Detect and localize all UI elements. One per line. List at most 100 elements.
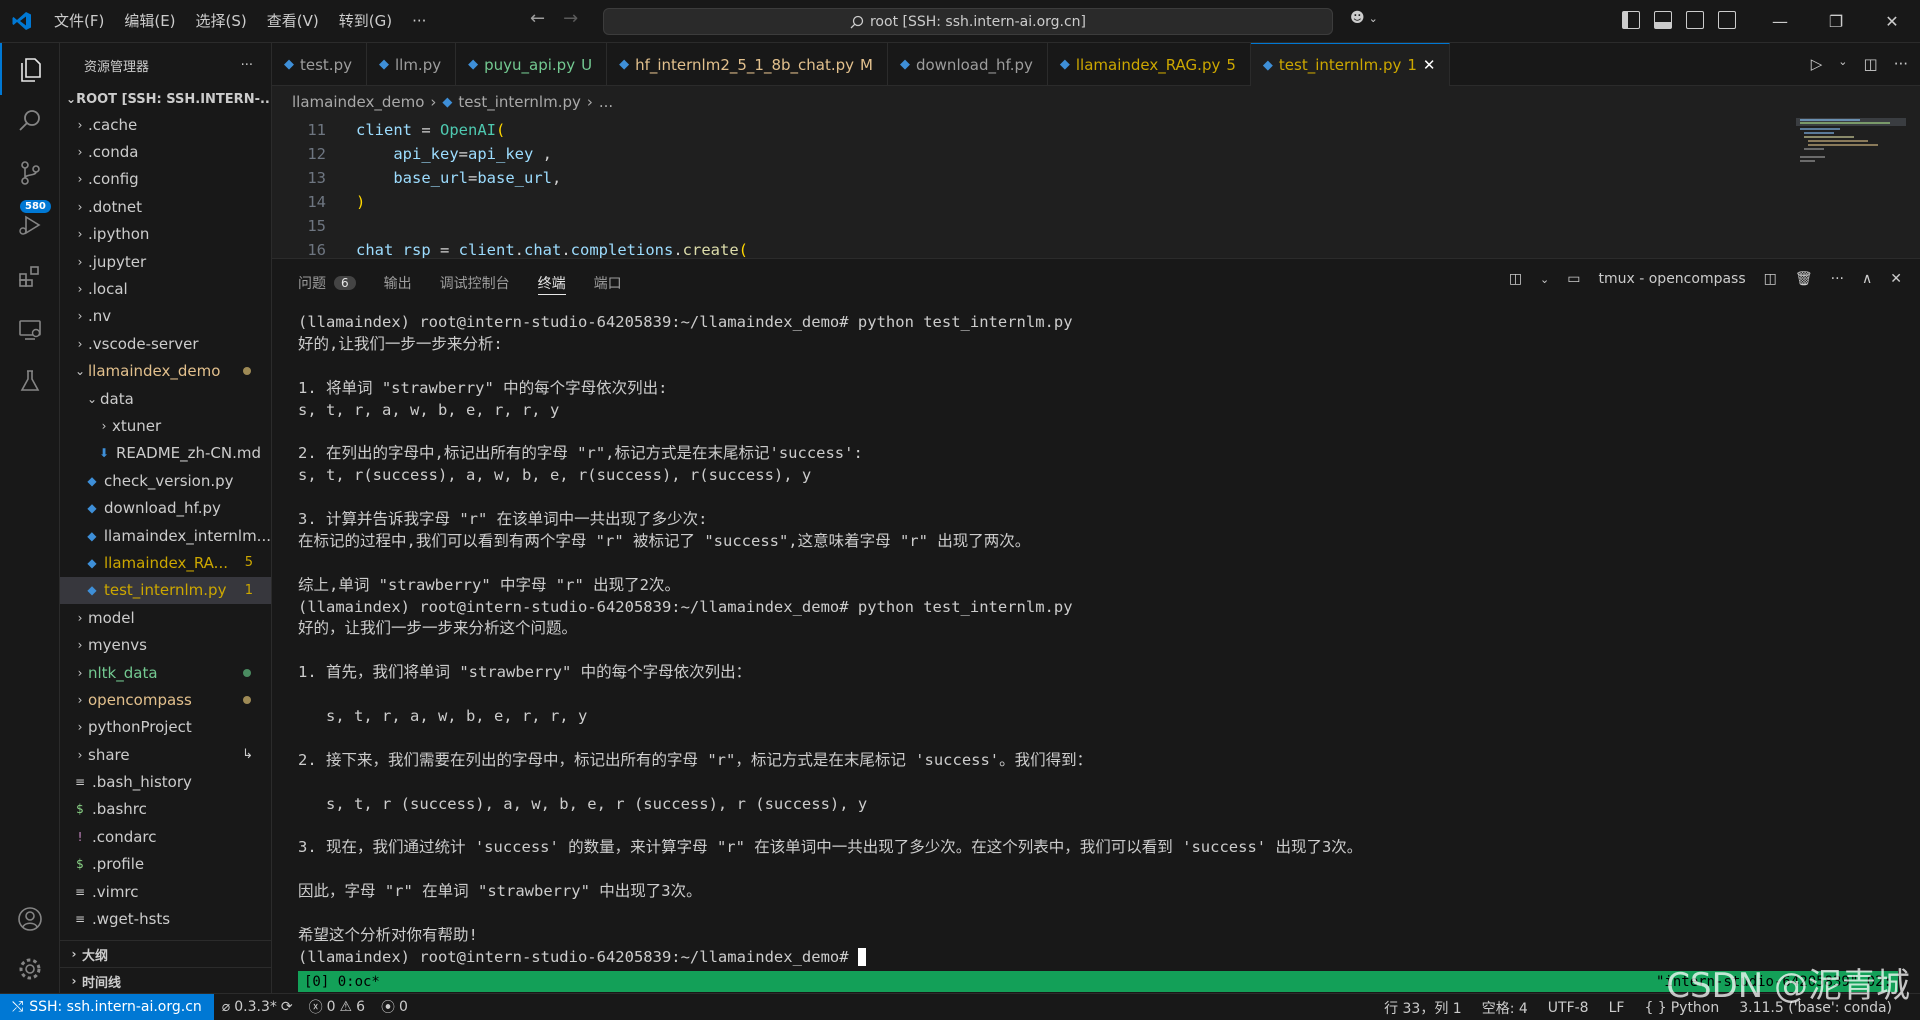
file-item[interactable]: $ .bashrc (60, 796, 271, 823)
folder-item[interactable]: ⌄ data (60, 385, 271, 412)
editor-tab[interactable]: ◆ test_internlm.py 1 ✕ (1250, 43, 1451, 86)
terminal-output[interactable]: (llamaindex) root@intern-studio-64205839… (298, 312, 1898, 969)
more-actions-icon[interactable]: ··· (1894, 55, 1908, 73)
menu-item[interactable]: 编辑(E) (114, 0, 185, 43)
editor-tab[interactable]: ◆ hf_internlm2_5_1_8b_chat.py M (607, 43, 888, 86)
menu-item[interactable]: ··· (402, 0, 436, 43)
editor-tab[interactable]: ◆ puyu_api.py U (456, 43, 608, 86)
folder-item[interactable]: › .dotnet (60, 193, 271, 220)
editor-tab[interactable]: ◆ llamaindex_RAG.py 5 (1048, 43, 1251, 86)
folder-item[interactable]: › model (60, 604, 271, 631)
more-actions-icon[interactable]: ··· (241, 58, 253, 73)
problems-indicator[interactable]: ⓧ 0 ⚠ 6 (301, 997, 373, 1017)
chevron-down-icon[interactable]: ⌄ (1838, 55, 1847, 73)
editor-tab[interactable]: ◆ llm.py (367, 43, 457, 86)
outline-section[interactable]: › 大纲 (60, 940, 271, 967)
folder-item[interactable]: › .nv (60, 303, 271, 330)
panel-tab[interactable]: 输出 (384, 271, 412, 295)
file-item[interactable]: ! .condarc (60, 823, 271, 850)
file-item[interactable]: ≡ .bash_history (60, 768, 271, 795)
split-icon[interactable]: ◫ (1764, 271, 1777, 287)
folder-item[interactable]: › .jupyter (60, 248, 271, 275)
file-item[interactable]: ≡ .vimrc (60, 878, 271, 905)
close-panel-icon[interactable]: ✕ (1890, 271, 1902, 287)
folder-item[interactable]: › opencompass (60, 686, 271, 713)
minimize-icon[interactable]: — (1752, 0, 1808, 43)
remote-indicator[interactable]: ⤭ SSH: ssh.intern-ai.org.cn (0, 993, 214, 1020)
back-arrow-icon[interactable]: ← (530, 8, 545, 29)
menu-item[interactable]: 文件(F) (44, 0, 114, 43)
folder-item[interactable]: › .conda (60, 138, 271, 165)
panel-tab[interactable]: 终端 (537, 271, 566, 295)
breadcrumb-file[interactable]: test_internlm.py (458, 93, 580, 111)
chevron-down-icon[interactable]: ⌄ (1540, 273, 1549, 286)
more-actions-icon[interactable]: ··· (1831, 271, 1844, 287)
file-item[interactable]: ◆ download_hf.py (60, 494, 271, 521)
file-item[interactable]: ◆ llamaindex_RA... 5 (60, 549, 271, 576)
toggle-panel-icon[interactable] (1654, 11, 1672, 29)
source-control-icon[interactable] (0, 147, 60, 199)
ports-indicator[interactable]: ⦿ 0 (373, 997, 416, 1017)
folder-item[interactable]: › pythonProject (60, 714, 271, 741)
editor-tab[interactable]: ◆ test.py (272, 43, 367, 86)
end-of-line[interactable]: LF (1601, 1000, 1633, 1016)
split-editor-icon[interactable]: ◫ (1864, 55, 1878, 73)
extensions-icon[interactable] (0, 251, 60, 303)
cursor-position[interactable]: 行 33，列 1 (1376, 998, 1470, 1018)
maximize-panel-icon[interactable]: ∧ (1862, 271, 1872, 287)
explorer-icon[interactable] (0, 43, 60, 95)
panel-tab[interactable]: 调试控制台 (440, 271, 510, 295)
indentation[interactable]: 空格: 4 (1474, 998, 1536, 1018)
workspace-root[interactable]: ⌄ ROOT [SSH: SSH.INTERN-... (60, 87, 271, 111)
panel-tab[interactable]: 端口 (594, 271, 622, 295)
menu-item[interactable]: 查看(V) (257, 0, 329, 43)
testing-icon[interactable] (0, 355, 60, 407)
trash-icon[interactable]: 🗑 (1795, 271, 1813, 287)
folder-item[interactable]: › .config (60, 166, 271, 193)
manage-gear-icon[interactable] (0, 943, 60, 995)
file-item[interactable]: ◆ check_version.py (60, 467, 271, 494)
terminal-name[interactable]: tmux - opencompass (1599, 271, 1746, 287)
file-item[interactable]: ⬇ README_zh-CN.md (60, 440, 271, 467)
copilot-button[interactable]: ☻ ⌄ (1350, 10, 1378, 26)
folder-item[interactable]: ⌄ llamaindex_demo (60, 358, 271, 385)
file-item[interactable]: $ .profile (60, 851, 271, 878)
run-debug-icon[interactable] (0, 199, 60, 251)
terminal-prompt[interactable]: (llamaindex) root@intern-studio-64205839… (298, 947, 1898, 969)
customize-layout-icon[interactable] (1718, 11, 1736, 29)
breadcrumb-folder[interactable]: llamaindex_demo (292, 93, 424, 111)
file-item[interactable]: ≡ .wget-hsts (60, 905, 271, 932)
command-center[interactable]: root [SSH: ssh.intern-ai.org.cn] (603, 8, 1333, 35)
encoding[interactable]: UTF-8 (1540, 1000, 1597, 1016)
folder-item[interactable]: › myenvs (60, 631, 271, 658)
timeline-section[interactable]: › 时间线 (60, 967, 271, 993)
restore-icon[interactable]: ❐ (1808, 0, 1864, 43)
accounts-icon[interactable] (0, 893, 60, 945)
close-window-icon[interactable]: ✕ (1864, 0, 1920, 43)
code-editor[interactable]: 11 client = OpenAI(12 api_key=api_key , 13… (272, 118, 1920, 258)
file-item[interactable]: ◆ llamaindex_internlm... (60, 522, 271, 549)
editor-tab[interactable]: ◆ download_hf.py (888, 43, 1048, 86)
file-item[interactable]: ◆ test_internlm.py 1 (60, 576, 271, 605)
folder-item[interactable]: › .local (60, 275, 271, 302)
folder-item[interactable]: › xtuner (60, 412, 271, 439)
folder-item[interactable]: › share ↳ (60, 741, 271, 768)
menu-item[interactable]: 转到(G) (329, 0, 402, 43)
folder-item[interactable]: › .vscode-server (60, 330, 271, 357)
remote-explorer-icon[interactable] (0, 303, 60, 355)
toggle-secondary-sidebar-icon[interactable] (1686, 11, 1704, 29)
version-indicator[interactable]: ⌀ 0.3.3* ⟳ (214, 999, 301, 1015)
forward-arrow-icon[interactable]: → (563, 8, 578, 29)
run-icon[interactable]: ▷ (1811, 55, 1823, 73)
folder-item[interactable]: › nltk_data (60, 659, 271, 686)
split-terminal-icon[interactable]: ◫ (1509, 271, 1522, 287)
toggle-primary-sidebar-icon[interactable] (1622, 11, 1640, 29)
panel-tab[interactable]: 问题 6 (298, 271, 356, 295)
close-tab-icon[interactable]: ✕ (1423, 56, 1436, 74)
folder-item[interactable]: › .ipython (60, 221, 271, 248)
breadcrumb-symbol[interactable]: ... (599, 93, 613, 111)
search-icon[interactable] (0, 95, 60, 147)
folder-item[interactable]: › .cache (60, 111, 271, 138)
minimap[interactable] (1796, 118, 1906, 228)
menu-item[interactable]: 选择(S) (186, 0, 257, 43)
